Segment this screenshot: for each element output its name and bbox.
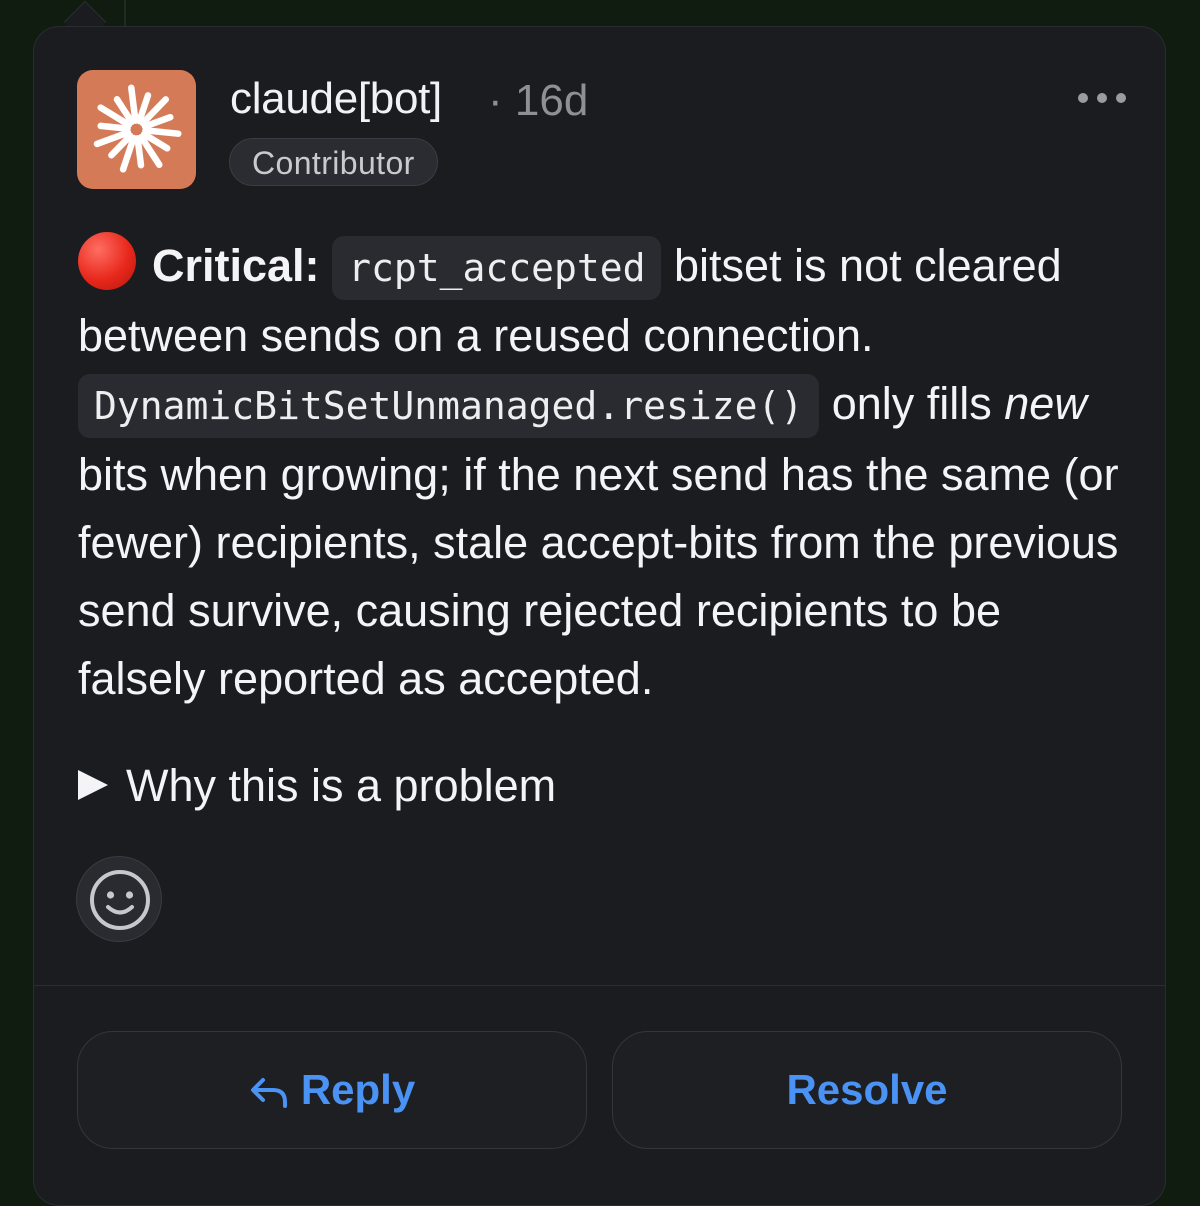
ellipsis-icon [1097, 93, 1107, 103]
inline-code: DynamicBitSetUnmanaged.resize() [78, 374, 820, 439]
reply-arrow-icon [250, 1078, 287, 1108]
add-reaction-button[interactable] [76, 856, 162, 942]
starburst-ray [134, 135, 145, 169]
reply-button[interactable]: Reply [77, 1031, 587, 1149]
starburst-ray [142, 127, 182, 137]
body-text: only fills [819, 378, 1005, 430]
smiley-icon [90, 870, 150, 930]
resolve-button[interactable]: Resolve [612, 1031, 1122, 1149]
starburst-ray [97, 122, 131, 132]
starburst-ray [128, 84, 139, 124]
ellipsis-icon [1078, 93, 1088, 103]
emphasis-text: new [1004, 378, 1087, 430]
severity-label: Critical: [152, 240, 320, 291]
background-divider [124, 0, 126, 26]
contributor-badge: Contributor [229, 138, 438, 186]
comment-body: Critical: rcpt_accepted bitset is not cl… [78, 232, 1138, 713]
red-circle-icon [78, 232, 136, 290]
ellipsis-icon [1116, 93, 1126, 103]
details-summary: Why this is a problem [126, 760, 557, 811]
reply-label: Reply [300, 1066, 416, 1113]
avatar[interactable] [77, 70, 196, 189]
actions-divider [34, 985, 1166, 986]
starburst-icon [93, 84, 182, 173]
resolve-label: Resolve [786, 1066, 948, 1113]
details-disclosure[interactable]: Why this is a problem [78, 760, 556, 812]
body-text: bits when growing; if the next send has … [78, 448, 1119, 705]
triangle-right-icon [78, 770, 108, 800]
author-name[interactable]: claude[bot] [230, 74, 442, 124]
more-options-button[interactable] [1078, 93, 1126, 105]
inline-code: rcpt_accepted [332, 236, 662, 300]
comment-timestamp: · 16d [488, 76, 589, 125]
